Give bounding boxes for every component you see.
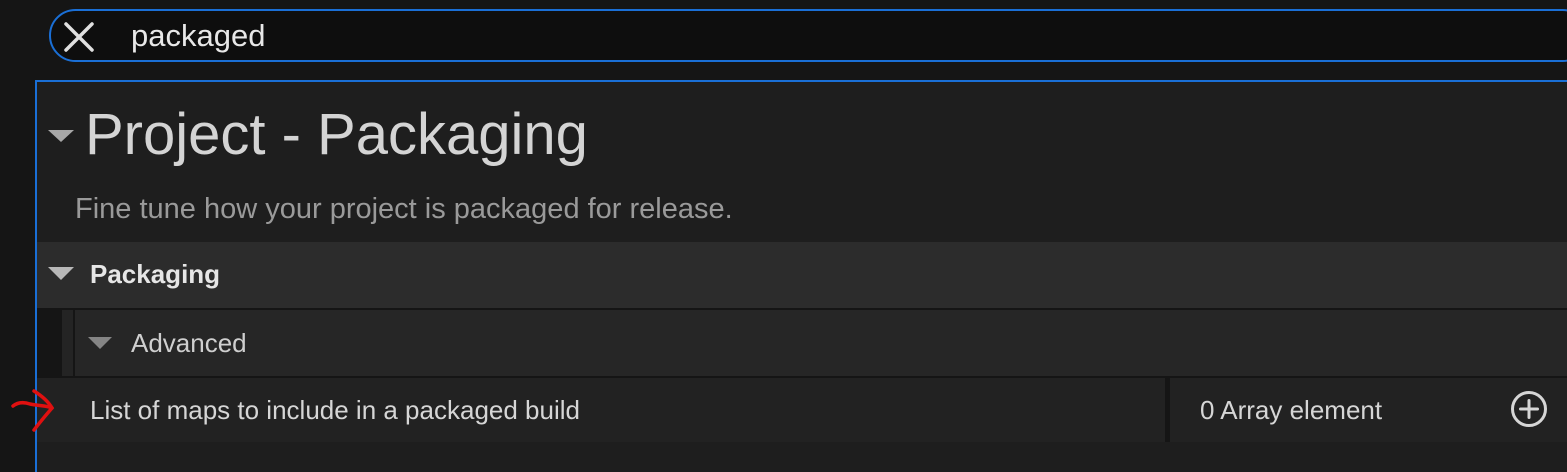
indent-bar bbox=[62, 310, 73, 376]
property-name: List of maps to include in a packaged bu… bbox=[90, 395, 580, 425]
section-header: Project - Packaging Fine tune how your p… bbox=[37, 82, 1567, 242]
category-packaging[interactable]: Packaging bbox=[37, 242, 1567, 310]
category-label: Packaging bbox=[90, 259, 221, 289]
close-icon[interactable] bbox=[63, 21, 95, 53]
expand-arrow-icon bbox=[48, 267, 74, 280]
subcategory-advanced[interactable]: Advanced bbox=[37, 310, 1567, 378]
property-name-cell: List of maps to include in a packaged bu… bbox=[37, 378, 1165, 442]
add-element-button[interactable] bbox=[1510, 390, 1548, 428]
property-value-cell: 0 Array element bbox=[1170, 378, 1567, 442]
expand-arrow-icon bbox=[88, 337, 112, 349]
page-subtitle: Fine tune how your project is packaged f… bbox=[75, 193, 733, 225]
project-settings-window: Project - Packaging Fine tune how your p… bbox=[0, 0, 1567, 472]
array-element-count: 0 Array element bbox=[1200, 395, 1383, 425]
search-bar[interactable] bbox=[49, 9, 1567, 62]
collapse-arrow-icon[interactable] bbox=[48, 130, 74, 142]
details-panel: Project - Packaging Fine tune how your p… bbox=[35, 80, 1567, 472]
subcategory-label: Advanced bbox=[131, 328, 247, 358]
property-row: List of maps to include in a packaged bu… bbox=[37, 378, 1567, 442]
subcategory-header[interactable]: Advanced bbox=[75, 310, 1567, 376]
page-title: Project - Packaging bbox=[85, 102, 588, 167]
annotation-arrow-icon bbox=[11, 389, 55, 432]
search-input[interactable] bbox=[131, 17, 1331, 55]
